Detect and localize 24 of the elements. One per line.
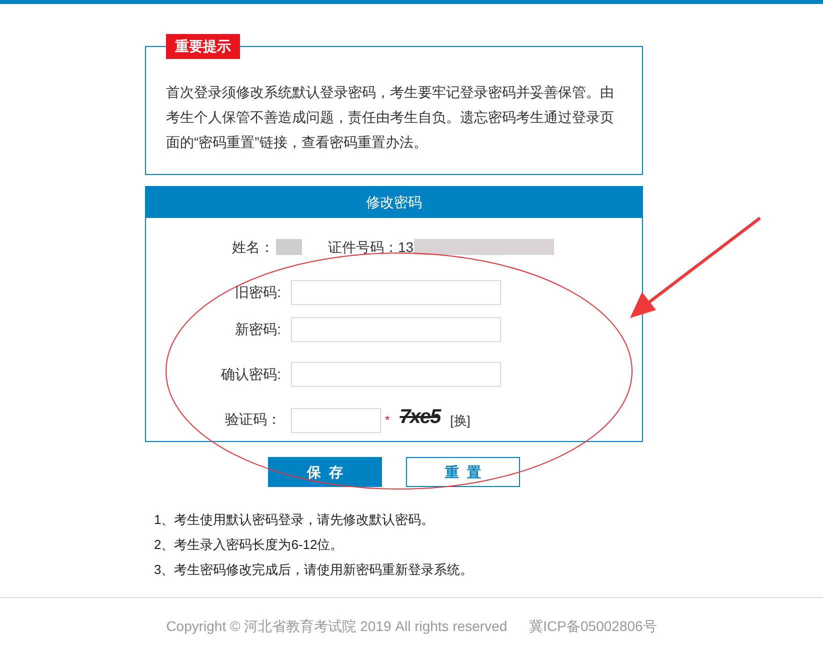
reset-button[interactable]: 重 置 xyxy=(406,457,520,487)
captcha-image: 7xe5 xyxy=(400,404,440,430)
icp-text: 冀ICP备05002806号 xyxy=(529,617,657,636)
copyright-text: Copyright © 河北省教育考试院 2019 All rights reserved xyxy=(166,617,508,636)
field-label: 旧密码: xyxy=(234,283,282,302)
password-field[interactable] xyxy=(291,280,501,305)
required-mark: * xyxy=(385,412,390,428)
note-text: 1、考生使用默认密码登录，请先修改默认密码。 xyxy=(154,511,436,529)
note-text: 2、考生录入密码长度为6-12位。 xyxy=(154,536,344,554)
field-label: 验证码： xyxy=(224,410,282,429)
password-field[interactable] xyxy=(291,317,501,342)
form-title: 修改密码 xyxy=(146,187,642,218)
refresh-captcha-link[interactable]: [换] xyxy=(450,410,470,430)
save-button[interactable]: 保 存 xyxy=(268,457,382,487)
field-label: 确认密码: xyxy=(220,365,282,384)
field-label: 新密码: xyxy=(234,320,282,339)
name-label: 姓名： xyxy=(232,238,274,256)
notice-text: 首次登录须修改系统默认登录密码，考生要牢记登录密码并妥善保管。由考生个人保管不善造成问题，责任由考生自负。遗忘密码考生通过登录页面的“密码重置”链接，查看密码重置办法。 xyxy=(166,83,615,152)
notice-badge: 重要提示 xyxy=(166,34,240,59)
password-field[interactable] xyxy=(291,362,501,387)
redaction-block xyxy=(276,239,302,255)
id-label: 证件号码：13 xyxy=(328,238,414,256)
note-text: 3、考生密码修改完成后，请使用新密码重新登录系统。 xyxy=(154,561,474,579)
captcha-field[interactable] xyxy=(291,408,381,433)
